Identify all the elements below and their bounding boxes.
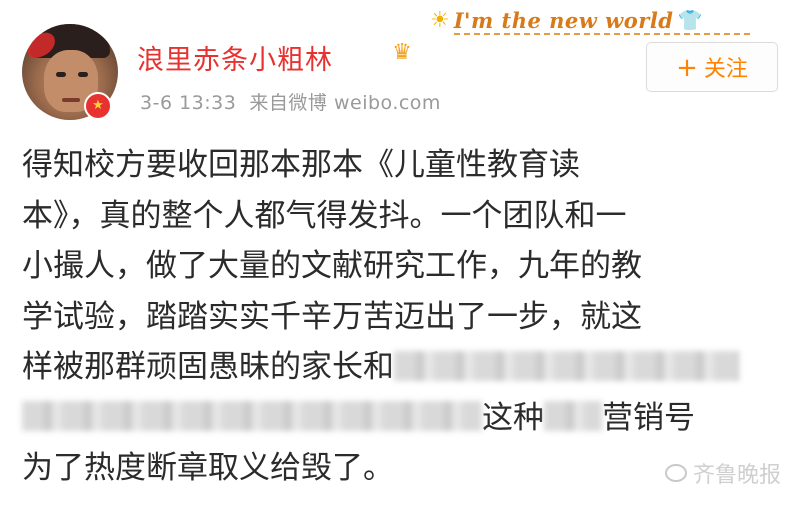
follow-button[interactable]: + 关注 bbox=[646, 42, 778, 92]
follow-label: 关注 bbox=[703, 57, 748, 82]
watermark-text: 齐鲁晚报 bbox=[693, 463, 782, 488]
plus-icon: + bbox=[676, 53, 698, 83]
post-line: 得知校方要收回那本那本《儿童性教育读 bbox=[22, 147, 580, 183]
post-line: 小撮人，做了大量的文献研究工作，九年的教 bbox=[22, 248, 642, 284]
wechat-icon bbox=[665, 464, 687, 482]
timestamp[interactable]: 3-6 13:33 bbox=[140, 92, 236, 114]
banner-underline bbox=[454, 33, 750, 35]
blurred-redaction bbox=[544, 401, 602, 431]
sun-icon: ☀ bbox=[430, 7, 450, 33]
blurred-redaction bbox=[22, 401, 482, 431]
blurred-redaction bbox=[394, 350, 739, 381]
post-line-text: 这种 bbox=[482, 399, 544, 436]
banner-text: I'm the new world bbox=[453, 7, 674, 33]
post-line: 样被那群顽固愚昧的家长和 bbox=[22, 342, 782, 393]
post-source: 来自微博 weibo.com bbox=[249, 92, 441, 114]
avatar-mouth bbox=[62, 98, 80, 102]
avatar-eye bbox=[56, 72, 66, 77]
watermark: 齐鲁晚报 bbox=[665, 458, 781, 488]
post-meta: 3-6 13:33 来自微博 weibo.com bbox=[140, 88, 441, 115]
username[interactable]: 浪里赤条小粗林 bbox=[137, 38, 333, 77]
post-line-text: 样被那群顽固愚昧的家长和 bbox=[22, 349, 394, 385]
post-line: 学试验，踏踏实实千辛万苦迈出了一步，就这 bbox=[22, 298, 642, 335]
decorative-banner: ☀ I'm the new world 👕 bbox=[430, 3, 780, 37]
post-line: 本》，真的整个人都气得发抖。一个团队和一 bbox=[22, 197, 627, 234]
post-line: 这种 营销号 bbox=[22, 393, 782, 444]
avatar-eye bbox=[78, 72, 88, 77]
shirt-icon: 👕 bbox=[677, 8, 703, 32]
post-body: 得知校方要收回那本那本《儿童性教育读 本》，真的整个人都气得发抖。一个团队和一 … bbox=[22, 140, 782, 494]
verified-badge-icon: ★ bbox=[84, 92, 112, 120]
vip-crown-icon: ♛ bbox=[392, 40, 412, 65]
post-line-text: 营销号 bbox=[602, 399, 695, 436]
